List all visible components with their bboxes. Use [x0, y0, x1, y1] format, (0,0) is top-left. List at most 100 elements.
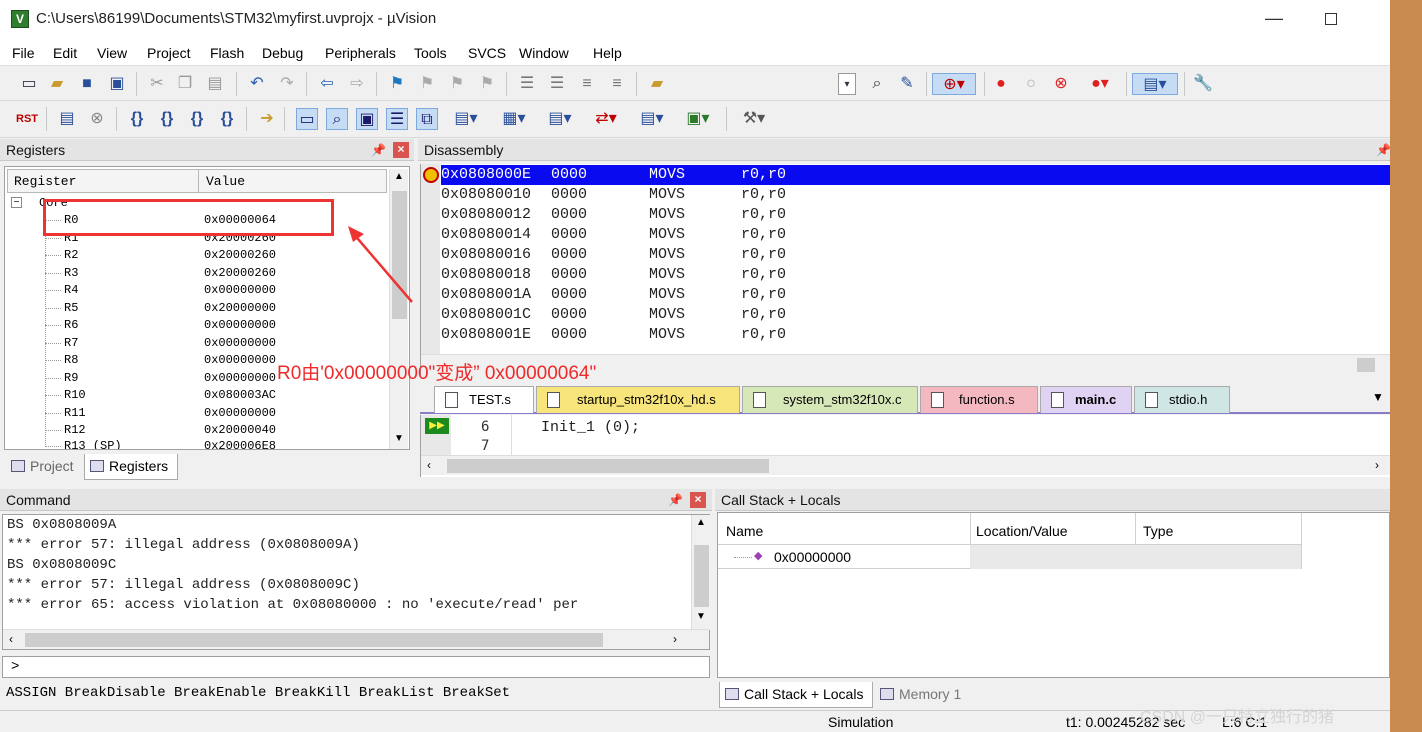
- tab-function[interactable]: function.s: [920, 386, 1038, 413]
- pin-icon[interactable]: 📌: [668, 493, 683, 507]
- scroll-down-icon[interactable]: ▼: [394, 433, 404, 444]
- column-type[interactable]: Type: [1143, 523, 1173, 539]
- menu-svcs[interactable]: SVCS: [468, 45, 506, 61]
- memory-window-icon[interactable]: ▦▾: [492, 108, 536, 130]
- save-icon[interactable]: ■: [76, 73, 98, 95]
- tab-call-stack-locals[interactable]: Call Stack + Locals: [719, 682, 873, 708]
- register-row[interactable]: R7 0x00000000: [5, 335, 385, 352]
- register-row[interactable]: R4 0x00000000: [5, 282, 385, 299]
- register-value[interactable]: 0x20000000: [204, 301, 276, 315]
- analysis-window-icon[interactable]: ⇄▾: [586, 108, 626, 130]
- serial-window-icon[interactable]: ▤▾: [540, 108, 580, 130]
- show-next-statement-icon[interactable]: ➔: [256, 108, 278, 130]
- menu-peripherals[interactable]: Peripherals: [325, 45, 396, 61]
- register-row[interactable]: R11 0x00000000: [5, 405, 385, 422]
- menu-help[interactable]: Help: [593, 45, 622, 61]
- breakpoint-disable-all-icon[interactable]: ⊗: [1050, 73, 1072, 95]
- disassembly-gutter[interactable]: [421, 164, 440, 374]
- stop-icon[interactable]: ⊗: [86, 108, 108, 130]
- run-icon[interactable]: ▤: [56, 108, 78, 130]
- register-value[interactable]: 0x080003AC: [204, 388, 276, 402]
- tab-list-dropdown-icon[interactable]: ▼: [1372, 390, 1384, 404]
- register-value[interactable]: 0x00000000: [204, 406, 276, 420]
- save-all-icon[interactable]: ▣: [106, 73, 128, 95]
- editor-scrollbar[interactable]: ‹ ›: [421, 455, 1391, 475]
- breakpoint-kill-icon[interactable]: ●▾: [1080, 73, 1120, 95]
- disassembly-row[interactable]: 0x08080012 0000 MOVS r0,r0: [441, 205, 1391, 225]
- close-icon[interactable]: ×: [393, 142, 409, 158]
- unindent-icon[interactable]: ☰: [546, 73, 568, 95]
- step-over-icon[interactable]: {}: [156, 108, 178, 130]
- scroll-up-icon[interactable]: ▲: [696, 517, 706, 528]
- scroll-thumb[interactable]: [1357, 358, 1375, 372]
- register-row[interactable]: R6 0x00000000: [5, 317, 385, 334]
- register-value[interactable]: 0x00000000: [204, 336, 276, 350]
- disassembly-row[interactable]: 0x08080010 0000 MOVS r0,r0: [441, 185, 1391, 205]
- register-row[interactable]: R13 (SP) 0x200006E8: [5, 438, 385, 449]
- reset-icon[interactable]: RST: [16, 108, 38, 130]
- disassembly-row[interactable]: 0x08080014 0000 MOVS r0,r0: [441, 225, 1391, 245]
- command-horizontal-scrollbar[interactable]: ‹ ›: [3, 629, 709, 649]
- register-value[interactable]: 0x20000040: [204, 423, 276, 437]
- trace-window-icon[interactable]: ▤▾: [632, 108, 672, 130]
- scroll-thumb[interactable]: [694, 545, 709, 607]
- menu-debug[interactable]: Debug: [262, 45, 303, 61]
- step-out-icon[interactable]: {}: [186, 108, 208, 130]
- scroll-down-icon[interactable]: ▼: [696, 611, 706, 622]
- tab-memory-1[interactable]: Memory 1: [875, 682, 973, 708]
- scroll-up-icon[interactable]: ▲: [394, 171, 404, 182]
- menu-file[interactable]: File: [12, 45, 35, 61]
- menu-tools[interactable]: Tools: [414, 45, 447, 61]
- minimize-button[interactable]: —: [1264, 8, 1284, 29]
- register-value[interactable]: 0x20000260: [204, 266, 276, 280]
- scroll-thumb[interactable]: [447, 459, 769, 473]
- tab-stdio-h[interactable]: stdio.h: [1134, 386, 1230, 413]
- breakpoint-disable-icon[interactable]: ○: [1020, 73, 1042, 95]
- tab-project[interactable]: Project: [6, 454, 82, 480]
- tab-startup[interactable]: startup_stm32f10x_hd.s: [536, 386, 740, 413]
- column-name[interactable]: Name: [726, 523, 763, 539]
- copy-icon[interactable]: ❐: [174, 73, 196, 95]
- new-file-icon[interactable]: ▭: [18, 73, 40, 95]
- find-icon[interactable]: ⌕: [866, 73, 888, 95]
- command-output[interactable]: BS 0x0808009A *** error 57: illegal addr…: [2, 514, 710, 650]
- register-row[interactable]: R3 0x20000260: [5, 265, 385, 282]
- open-folder-icon[interactable]: ▰: [46, 73, 68, 95]
- tab-system[interactable]: system_stm32f10x.c: [742, 386, 918, 413]
- uncomment-icon[interactable]: ≡: [606, 73, 628, 95]
- column-register[interactable]: Register: [14, 174, 76, 189]
- find-in-files-icon[interactable]: ▰: [646, 73, 668, 95]
- wrench-icon[interactable]: 🔧: [1192, 73, 1214, 95]
- register-value[interactable]: 0x00000000: [204, 371, 276, 385]
- register-row[interactable]: R5 0x20000000: [5, 300, 385, 317]
- redo-icon[interactable]: ↷: [276, 73, 298, 95]
- bookmark-prev-icon[interactable]: ⚑: [416, 73, 438, 95]
- tab-registers[interactable]: Registers: [84, 454, 178, 480]
- command-window-icon[interactable]: ▭: [296, 108, 318, 130]
- menu-view[interactable]: View: [97, 45, 127, 61]
- menu-edit[interactable]: Edit: [53, 45, 77, 61]
- callstack-row[interactable]: ◆ 0x00000000: [718, 545, 1301, 569]
- disassembly-row-current[interactable]: 0x0808000E 0000 MOVS r0,r0: [441, 165, 1391, 185]
- disassembly-row[interactable]: 0x0808001E 0000 MOVS r0,r0: [441, 325, 1391, 345]
- pin-icon[interactable]: 📌: [1376, 143, 1391, 157]
- system-viewer-icon[interactable]: ▣▾: [678, 108, 718, 130]
- disassembly-view[interactable]: 0x0808000E 0000 MOVS r0,r0 0x08080010 00…: [420, 164, 1391, 374]
- bookmark-clear-icon[interactable]: ⚑: [476, 73, 498, 95]
- register-row[interactable]: R10 0x080003AC: [5, 387, 385, 404]
- register-row[interactable]: R12 0x20000040: [5, 422, 385, 439]
- symbols-window-icon[interactable]: ▣: [356, 108, 378, 130]
- target-dropdown-icon[interactable]: ▾: [838, 73, 856, 95]
- disassembly-window-icon[interactable]: ⌕: [326, 108, 348, 130]
- breakpoint-icon[interactable]: ●: [990, 73, 1012, 95]
- bookmark-icon[interactable]: ⚑: [386, 73, 408, 95]
- editor-gutter[interactable]: ▶▶: [421, 415, 451, 455]
- registers-window-icon[interactable]: ☰: [386, 108, 408, 130]
- comment-icon[interactable]: ≡: [576, 73, 598, 95]
- watch-window-icon[interactable]: ▤▾: [446, 108, 486, 130]
- menu-flash[interactable]: Flash: [210, 45, 244, 61]
- config-icon[interactable]: ✎: [896, 73, 918, 95]
- nav-forward-icon[interactable]: ⇨: [346, 73, 368, 95]
- scroll-left-icon[interactable]: ‹: [427, 458, 431, 472]
- maximize-button[interactable]: [1325, 13, 1337, 25]
